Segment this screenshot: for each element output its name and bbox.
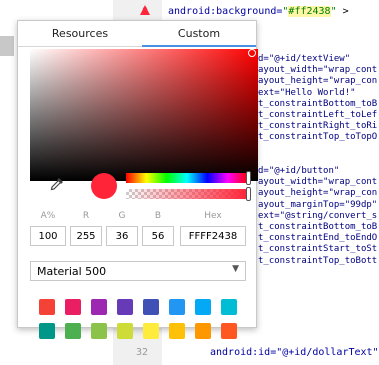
alpha-label: A% <box>40 211 56 221</box>
code-line[interactable]: ayout_height="wrap_con <box>258 76 377 86</box>
green-field[interactable] <box>106 226 138 246</box>
code-line-background[interactable]: android:background="#ff2438" > <box>168 6 349 17</box>
palette-swatch[interactable] <box>117 323 133 339</box>
tab-custom[interactable]: Custom <box>142 21 256 47</box>
palette-swatch[interactable] <box>39 323 55 339</box>
red-field[interactable] <box>70 226 102 246</box>
palette-swatch[interactable] <box>221 323 237 339</box>
hex-label: Hex <box>204 211 222 221</box>
palette-swatch[interactable] <box>221 299 237 315</box>
code-line[interactable]: ext="@string/convert_s <box>258 211 377 221</box>
alpha-slider[interactable] <box>126 187 251 201</box>
code-line[interactable]: t_constraintTop_toTopO <box>258 132 377 142</box>
alpha-handle[interactable] <box>246 187 251 201</box>
tab-resources[interactable]: Resources <box>18 21 142 47</box>
palette-swatch[interactable] <box>91 323 107 339</box>
palette-swatch[interactable] <box>169 299 185 315</box>
palette-swatch[interactable] <box>143 323 159 339</box>
blue-label: B <box>154 211 162 221</box>
eyedropper-icon[interactable] <box>50 176 64 191</box>
chevron-down-icon: ▼ <box>232 264 239 274</box>
code-line[interactable]: t_constraintEnd_toEndO <box>258 233 377 243</box>
attr-value: #ff2438 <box>288 6 331 17</box>
palette-swatch[interactable] <box>143 299 159 315</box>
code-line[interactable]: d="@+id/button" <box>258 166 339 176</box>
code-line[interactable]: t_constraintTop_toBott <box>258 256 377 266</box>
saturation-brightness-area[interactable] <box>30 49 258 181</box>
green-label: G <box>118 211 126 221</box>
palette-swatch[interactable] <box>117 299 133 315</box>
color-picker-popup: Resources Custom A% R G B Hex Material 5… <box>17 20 258 339</box>
palette-swatch[interactable] <box>169 323 185 339</box>
picker-tabs: Resources Custom <box>18 21 256 47</box>
hue-handle[interactable] <box>246 171 251 185</box>
code-line[interactable]: t_constraintBottom_toB <box>258 222 377 232</box>
hex-field[interactable] <box>180 226 246 246</box>
code-line[interactable]: ayout_width="wrap_cont <box>258 65 377 75</box>
code-line[interactable]: t_constraintBottom_toB <box>258 99 377 109</box>
code-line[interactable]: t_constraintStart_toSt <box>258 244 377 254</box>
scroll-marker <box>0 36 14 56</box>
hue-slider[interactable] <box>126 171 251 185</box>
palette-swatch[interactable] <box>91 299 107 315</box>
palette-swatch[interactable] <box>39 299 55 315</box>
code-line[interactable]: ext="Hello World!" <box>258 88 356 98</box>
alpha-field[interactable] <box>30 226 66 246</box>
blue-field[interactable] <box>142 226 174 246</box>
code-line[interactable]: ayout_marginTop="99dp" <box>258 200 377 210</box>
code-line[interactable]: t_constraintLeft_toLef <box>258 110 377 120</box>
code-line[interactable]: t_constraintRight_toRi <box>258 121 377 131</box>
color-gutter-icon[interactable] <box>140 5 152 17</box>
attr-name: android:background= <box>168 6 283 17</box>
code-line[interactable]: d="@+id/textView" <box>258 54 350 64</box>
palette-swatch[interactable] <box>195 299 211 315</box>
red-label: R <box>82 211 90 221</box>
palette-swatch[interactable] <box>195 323 211 339</box>
sv-handle[interactable] <box>248 49 256 57</box>
palette-dropdown[interactable]: Material 500 ▼ <box>30 261 246 281</box>
palette-selected: Material 500 <box>37 265 107 278</box>
palette-swatch[interactable] <box>65 323 81 339</box>
color-preview <box>91 173 117 199</box>
code-line[interactable]: ayout_height="wrap_con <box>258 188 377 198</box>
code-line[interactable]: ayout_width="wrap_cont <box>258 177 377 187</box>
code-line-dollar-text[interactable]: android:id="@+id/dollarText" <box>210 347 379 358</box>
palette-swatch[interactable] <box>65 299 81 315</box>
line-number: 32 <box>135 347 148 358</box>
